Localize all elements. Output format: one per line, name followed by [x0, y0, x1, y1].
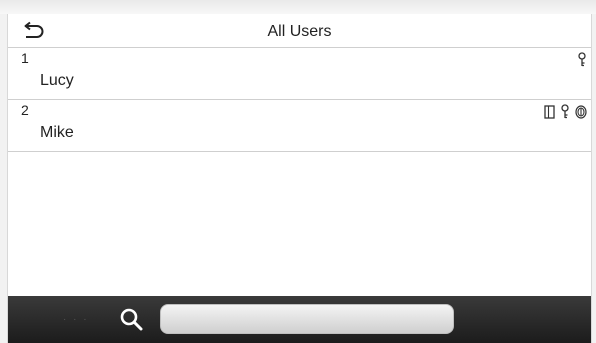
card-icon	[544, 105, 555, 119]
search-icon[interactable]	[118, 306, 144, 332]
user-id: 1	[21, 50, 29, 66]
user-row[interactable]: 2 Mike	[8, 100, 591, 152]
grip-dots: · · ·	[63, 314, 89, 325]
users-screen: All Users 1 Lucy 2 Mike · · ·	[7, 14, 592, 343]
user-name: Lucy	[40, 72, 74, 89]
key-icon	[561, 104, 569, 119]
user-row[interactable]: 1 Lucy	[8, 48, 591, 100]
top-bezel	[0, 0, 596, 14]
user-name: Mike	[40, 124, 74, 141]
page-title: All Users	[267, 23, 332, 40]
fingerprint-icon	[575, 105, 587, 119]
bottom-toolbar: · · ·	[8, 296, 591, 343]
key-icon	[578, 52, 586, 67]
user-id: 2	[21, 102, 29, 118]
title-bar: All Users	[8, 14, 591, 48]
credential-icons	[544, 104, 587, 120]
search-input[interactable]	[160, 304, 454, 334]
credential-icons	[577, 52, 587, 68]
